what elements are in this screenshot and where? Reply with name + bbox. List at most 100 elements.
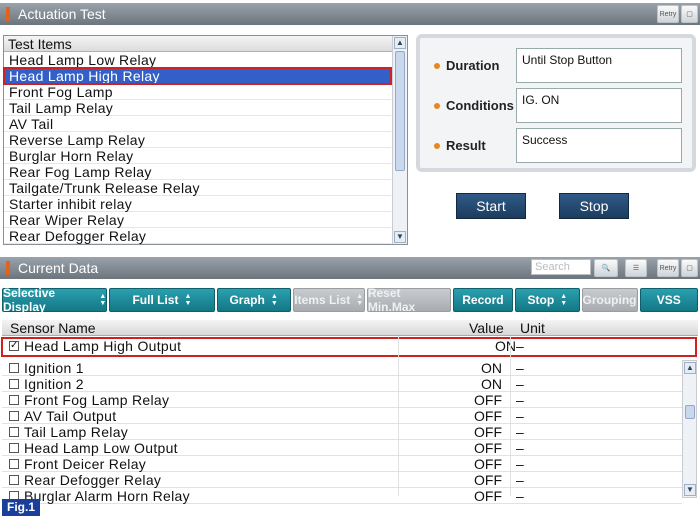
- row-checkbox[interactable]: [9, 459, 19, 469]
- table-row[interactable]: Burglar Alarm Horn Relay OFF –: [2, 488, 682, 504]
- scroll-thumb[interactable]: [395, 51, 405, 171]
- sensor-name: Ignition 1: [24, 360, 84, 376]
- row-checkbox[interactable]: [9, 475, 19, 485]
- scroll-up-icon[interactable]: ▲: [394, 37, 406, 49]
- sensor-value: OFF: [474, 488, 502, 504]
- flag-icon: [6, 7, 10, 21]
- duration-label: Duration: [446, 58, 500, 73]
- sensor-value: OFF: [474, 392, 502, 408]
- table-row[interactable]: ✓ Head Lamp High Output ON –: [1, 337, 697, 357]
- result-row: Result: [420, 128, 516, 163]
- sensor-name: Burglar Alarm Horn Relay: [24, 488, 190, 504]
- window-icon[interactable]: ▢: [681, 259, 698, 277]
- column-divider: [398, 336, 399, 496]
- current-data-header: Sensor Name Value Unit: [2, 320, 698, 336]
- table-row[interactable]: Rear Defogger Relay OFF –: [2, 472, 682, 488]
- test-item[interactable]: Head Lamp High Relay: [3, 67, 392, 85]
- duration-value: Until Stop Button: [516, 48, 682, 83]
- test-item[interactable]: Front Fog Lamp: [4, 84, 391, 100]
- retry-icon[interactable]: Retry: [657, 5, 679, 23]
- scroll-down-icon[interactable]: ▼: [394, 231, 406, 243]
- table-row[interactable]: Front Deicer Relay OFF –: [2, 456, 682, 472]
- sensor-value: OFF: [474, 456, 502, 472]
- test-item[interactable]: Rear Wiper Relay: [4, 212, 391, 228]
- test-item[interactable]: Tail Lamp Relay: [4, 100, 391, 116]
- stop-button[interactable]: Stop: [559, 193, 629, 219]
- toolbar-button-label: VSS: [656, 293, 681, 307]
- toolbar-button[interactable]: VSS: [639, 288, 699, 312]
- toolbar-button-label: Full List: [132, 293, 179, 307]
- test-items-list: Test Items Head Lamp Low Relay Head Lamp …: [3, 35, 408, 245]
- sensor-value: OFF: [474, 472, 502, 488]
- toolbar-button[interactable]: Graph ▲ ▼: [216, 288, 291, 312]
- test-item[interactable]: Tailgate/Trunk Release Relay: [4, 180, 391, 196]
- toolbar-button[interactable]: Reset Min.Max: [366, 286, 451, 314]
- search-icon[interactable]: 🔍: [594, 259, 618, 277]
- updown-icon: ▲ ▼: [356, 293, 364, 307]
- current-data-scrollbar[interactable]: ▲ ▼: [682, 360, 697, 498]
- scroll-down-icon[interactable]: ▼: [684, 484, 696, 496]
- table-row[interactable]: Tail Lamp Relay OFF –: [2, 424, 682, 440]
- toolbar-button-label: Grouping: [582, 293, 637, 307]
- test-items-header: Test Items: [4, 36, 407, 52]
- scroll-thumb[interactable]: [685, 405, 695, 419]
- window-icon[interactable]: ▢: [681, 5, 698, 23]
- toolbar-button-label: Stop: [527, 293, 555, 307]
- flag-icon: [6, 261, 10, 275]
- bullet-icon: [434, 62, 440, 69]
- toolbar-button[interactable]: Selective Display ▲ ▼: [2, 286, 108, 314]
- list-icon[interactable]: ☰: [625, 259, 647, 277]
- toolbar-button[interactable]: Items List ▲ ▼: [292, 288, 365, 312]
- toolbar-button[interactable]: Record: [452, 288, 514, 312]
- result-value: Success: [516, 128, 682, 163]
- toolbar-button-label: Selective Display: [3, 286, 56, 314]
- toolbar-button[interactable]: Stop ▲ ▼: [515, 288, 580, 312]
- table-row[interactable]: Ignition 2 ON –: [2, 376, 682, 392]
- col-value: Value: [469, 320, 504, 336]
- test-item[interactable]: Burglar Horn Relay: [4, 148, 391, 164]
- row-checkbox[interactable]: [9, 363, 19, 373]
- row-checkbox[interactable]: [9, 395, 19, 405]
- toolbar-button[interactable]: Full List ▲ ▼: [109, 288, 215, 312]
- sensor-unit: –: [516, 360, 524, 376]
- test-item[interactable]: Starter inhibit relay: [4, 196, 391, 212]
- start-button[interactable]: Start: [456, 193, 526, 219]
- conditions-label: Conditions: [446, 98, 514, 113]
- test-info-panel: Duration Until Stop Button Conditions IG…: [416, 34, 696, 172]
- table-row[interactable]: Front Fog Lamp Relay OFF –: [2, 392, 682, 408]
- row-checkbox[interactable]: [9, 443, 19, 453]
- updown-icon: ▲ ▼: [270, 293, 278, 307]
- test-item[interactable]: Rear Fog Lamp Relay: [4, 164, 391, 180]
- test-items-scrollbar[interactable]: ▲ ▼: [392, 36, 407, 244]
- toolbar-button[interactable]: Grouping: [581, 288, 638, 312]
- test-item[interactable]: AV Tail: [4, 116, 391, 132]
- row-checkbox[interactable]: ✓: [9, 341, 19, 351]
- sensor-name: Front Fog Lamp Relay: [24, 392, 170, 408]
- actuation-titlebar: Actuation Test Retry ▢: [0, 3, 700, 25]
- conditions-row: Conditions: [420, 88, 516, 123]
- sensor-value: OFF: [474, 440, 502, 456]
- scroll-up-icon[interactable]: ▲: [684, 362, 696, 374]
- sensor-value: ON: [481, 360, 502, 376]
- sensor-value: ON: [481, 376, 502, 392]
- table-row[interactable]: Ignition 1 ON –: [2, 360, 682, 376]
- duration-row: Duration: [420, 48, 516, 83]
- updown-icon: ▲ ▼: [99, 293, 107, 307]
- row-checkbox[interactable]: [9, 379, 19, 389]
- sensor-value: OFF: [474, 408, 502, 424]
- test-item[interactable]: Reverse Lamp Relay: [4, 132, 391, 148]
- test-item[interactable]: Head Lamp Low Relay: [4, 52, 391, 68]
- test-item[interactable]: Rear Defogger Relay: [4, 228, 391, 244]
- updown-icon: ▲ ▼: [560, 293, 568, 307]
- current-data-titlebar: Current Data 🔍 ☰ Retry ▢: [0, 257, 700, 279]
- sensor-value: OFF: [474, 424, 502, 440]
- row-checkbox[interactable]: [9, 411, 19, 421]
- toolbar-button-label: Record: [462, 293, 504, 307]
- sensor-unit: –: [516, 392, 524, 408]
- retry-icon[interactable]: Retry: [657, 259, 679, 277]
- search-input[interactable]: Search: [531, 259, 591, 275]
- table-row[interactable]: AV Tail Output OFF –: [2, 408, 682, 424]
- row-checkbox[interactable]: [9, 427, 19, 437]
- table-row[interactable]: Head Lamp Low Output OFF –: [2, 440, 682, 456]
- col-unit: Unit: [520, 320, 545, 336]
